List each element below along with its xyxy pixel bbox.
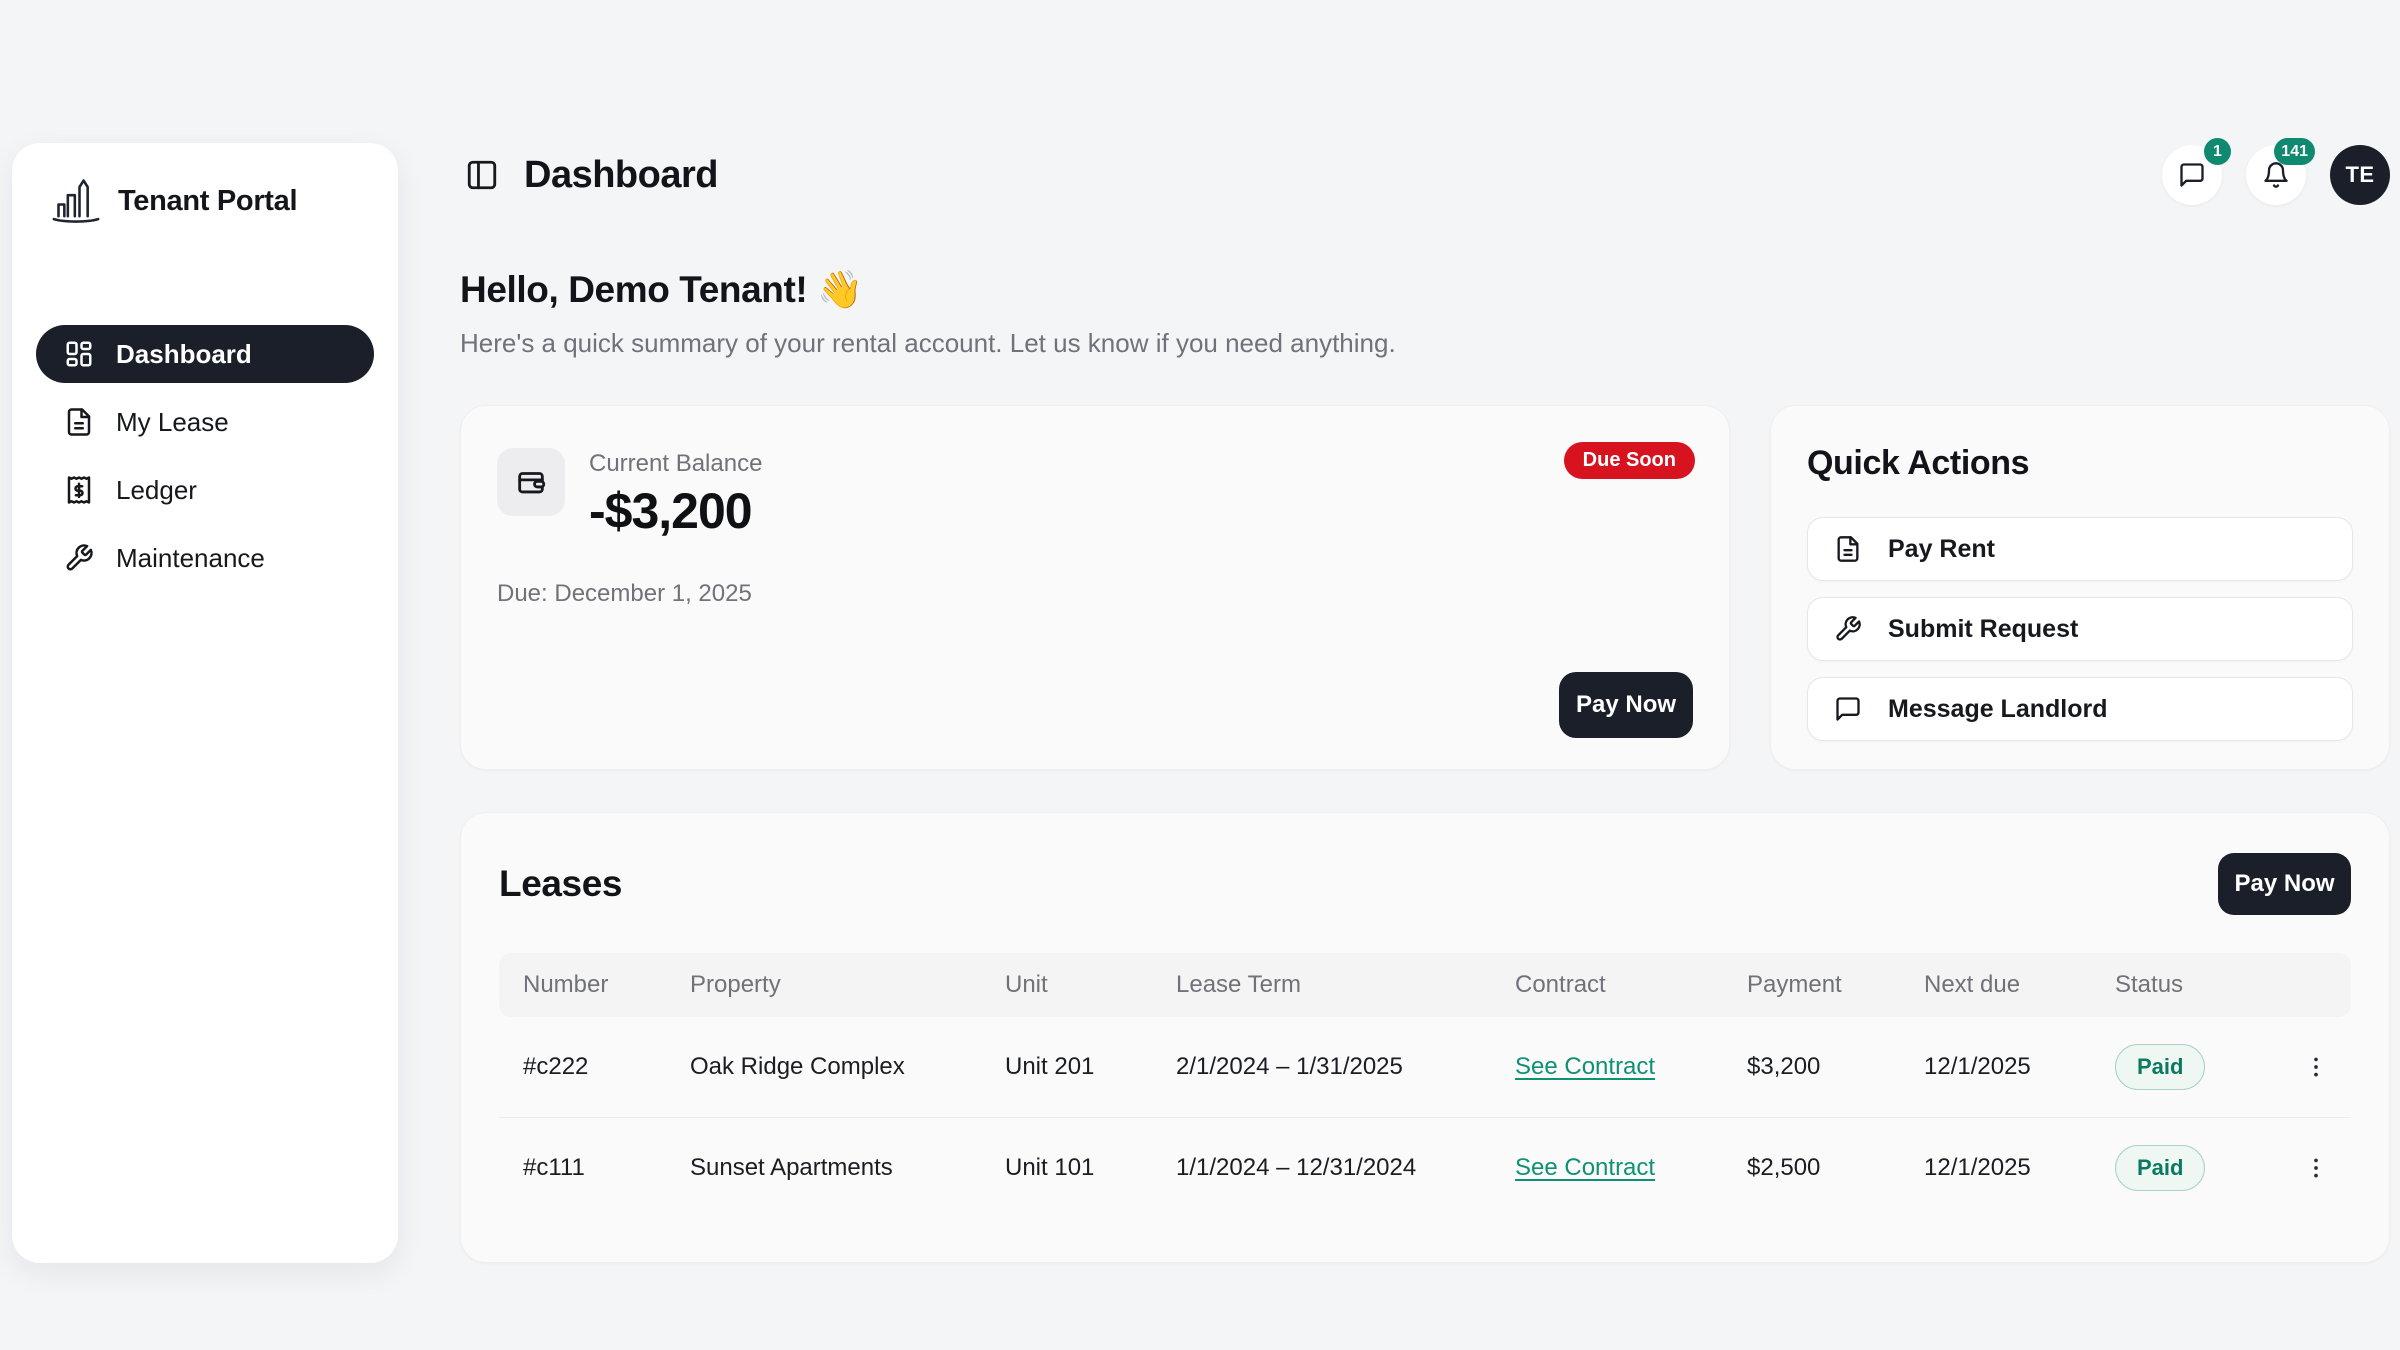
greeting: Hello, Demo Tenant! 👋 Here's a quick sum…: [460, 269, 2390, 359]
lease-term: 1/1/2024 – 12/31/2024: [1152, 1154, 1491, 1182]
receipt-icon: [64, 475, 94, 505]
wrench-icon: [64, 543, 94, 573]
lease-property: Oak Ridge Complex: [666, 1053, 981, 1081]
sidebar-item-my-lease[interactable]: My Lease: [36, 393, 374, 451]
lease-payment: $2,500: [1723, 1154, 1900, 1182]
kebab-icon: [2303, 1155, 2329, 1181]
leases-header: Leases Pay Now: [499, 853, 2351, 915]
topbar-actions: 1 141 TE: [2162, 145, 2390, 205]
leases-table: Number Property Unit Lease Term Contract…: [499, 953, 2351, 1218]
table-header-row: Number Property Unit Lease Term Contract…: [499, 953, 2351, 1017]
leases-pay-now-button[interactable]: Pay Now: [2218, 853, 2351, 915]
sidebar-item-label: Dashboard: [116, 339, 252, 370]
message-icon: [1834, 695, 1862, 723]
table-row: #c111 Sunset Apartments Unit 101 1/1/202…: [499, 1117, 2351, 1218]
status-badge: Paid: [2115, 1145, 2205, 1191]
main-content: Dashboard 1 141: [460, 143, 2390, 1263]
wallet-icon: [497, 448, 565, 516]
message-landlord-button[interactable]: Message Landlord: [1807, 677, 2353, 741]
lease-payment: $3,200: [1723, 1053, 1900, 1081]
column-header: Status: [2091, 971, 2257, 999]
brand-name: Tenant Portal: [118, 185, 297, 218]
action-label: Submit Request: [1888, 615, 2078, 644]
due-date: Due: December 1, 2025: [497, 580, 1693, 608]
sidebar-item-label: My Lease: [116, 407, 229, 438]
brand-logo-icon: [48, 173, 104, 229]
see-contract-link[interactable]: See Contract: [1515, 1053, 1655, 1080]
messages-count-badge: 1: [2204, 138, 2231, 165]
balance-card: Current Balance -$3,200 Due Soon Due: De…: [460, 405, 1730, 770]
pay-now-button[interactable]: Pay Now: [1559, 672, 1693, 738]
quick-actions-card: Quick Actions Pay Rent Subm: [1770, 405, 2390, 770]
lease-unit: Unit 101: [981, 1154, 1152, 1182]
notifications-button[interactable]: 141: [2246, 145, 2306, 205]
user-avatar[interactable]: TE: [2330, 145, 2390, 205]
column-header: Payment: [1723, 971, 1900, 999]
column-header: Unit: [981, 971, 1152, 999]
brand: Tenant Portal: [36, 173, 374, 229]
sidebar-nav: Dashboard My Lease Ledger: [36, 325, 374, 587]
column-header: Next due: [1900, 971, 2091, 999]
panel-left-icon: [465, 158, 499, 192]
submit-request-button[interactable]: Submit Request: [1807, 597, 2353, 661]
file-text-icon: [64, 407, 94, 437]
balance-label: Current Balance: [589, 450, 762, 478]
action-label: Pay Rent: [1888, 535, 1995, 564]
table-row: #c222 Oak Ridge Complex Unit 201 2/1/202…: [499, 1017, 2351, 1117]
sidebar-toggle-button[interactable]: [460, 153, 504, 197]
wrench-icon: [1834, 615, 1862, 643]
lease-property: Sunset Apartments: [666, 1154, 981, 1182]
messages-button[interactable]: 1: [2162, 145, 2222, 205]
sidebar-item-maintenance[interactable]: Maintenance: [36, 529, 374, 587]
balance-amount: -$3,200: [589, 482, 762, 540]
lease-number: #c222: [499, 1053, 666, 1081]
lease-unit: Unit 201: [981, 1053, 1152, 1081]
tenant-portal-page: Tenant Portal Dashboard My Lease: [0, 0, 2400, 1350]
column-header: Contract: [1491, 971, 1723, 999]
lease-next-due: 12/1/2025: [1900, 1053, 2091, 1081]
lease-next-due: 12/1/2025: [1900, 1154, 2091, 1182]
notifications-count-badge: 141: [2274, 138, 2315, 165]
see-contract-link[interactable]: See Contract: [1515, 1154, 1655, 1181]
sidebar: Tenant Portal Dashboard My Lease: [12, 143, 398, 1263]
sidebar-item-label: Ledger: [116, 475, 197, 506]
sidebar-item-dashboard[interactable]: Dashboard: [36, 325, 374, 383]
page-title: Dashboard: [524, 154, 718, 197]
action-label: Message Landlord: [1888, 695, 2108, 724]
status-badge: Paid: [2115, 1044, 2205, 1090]
column-header: Number: [499, 971, 666, 999]
quick-actions-title: Quick Actions: [1807, 444, 2353, 483]
lease-number: #c111: [499, 1154, 666, 1182]
due-soon-badge: Due Soon: [1564, 442, 1695, 479]
file-text-icon: [1834, 535, 1862, 563]
lease-term: 2/1/2024 – 1/31/2025: [1152, 1053, 1491, 1081]
leases-card: Leases Pay Now Number Property Unit Leas…: [460, 812, 2390, 1263]
leases-title: Leases: [499, 863, 622, 905]
kebab-icon: [2303, 1054, 2329, 1080]
row-menu-button[interactable]: [2294, 1045, 2338, 1089]
greeting-title: Hello, Demo Tenant! 👋: [460, 269, 2390, 312]
row-menu-button[interactable]: [2294, 1146, 2338, 1190]
column-header: Lease Term: [1152, 971, 1491, 999]
sidebar-item-ledger[interactable]: Ledger: [36, 461, 374, 519]
balance-header: Current Balance -$3,200: [497, 448, 1693, 540]
sidebar-item-label: Maintenance: [116, 543, 265, 574]
column-header: Property: [666, 971, 981, 999]
pay-rent-button[interactable]: Pay Rent: [1807, 517, 2353, 581]
summary-row: Current Balance -$3,200 Due Soon Due: De…: [460, 405, 2390, 770]
dashboard-icon: [64, 339, 94, 369]
bell-icon: [2262, 161, 2290, 189]
greeting-subtitle: Here's a quick summary of your rental ac…: [460, 328, 2390, 359]
topbar: Dashboard 1 141: [460, 143, 2390, 207]
message-icon: [2178, 161, 2206, 189]
